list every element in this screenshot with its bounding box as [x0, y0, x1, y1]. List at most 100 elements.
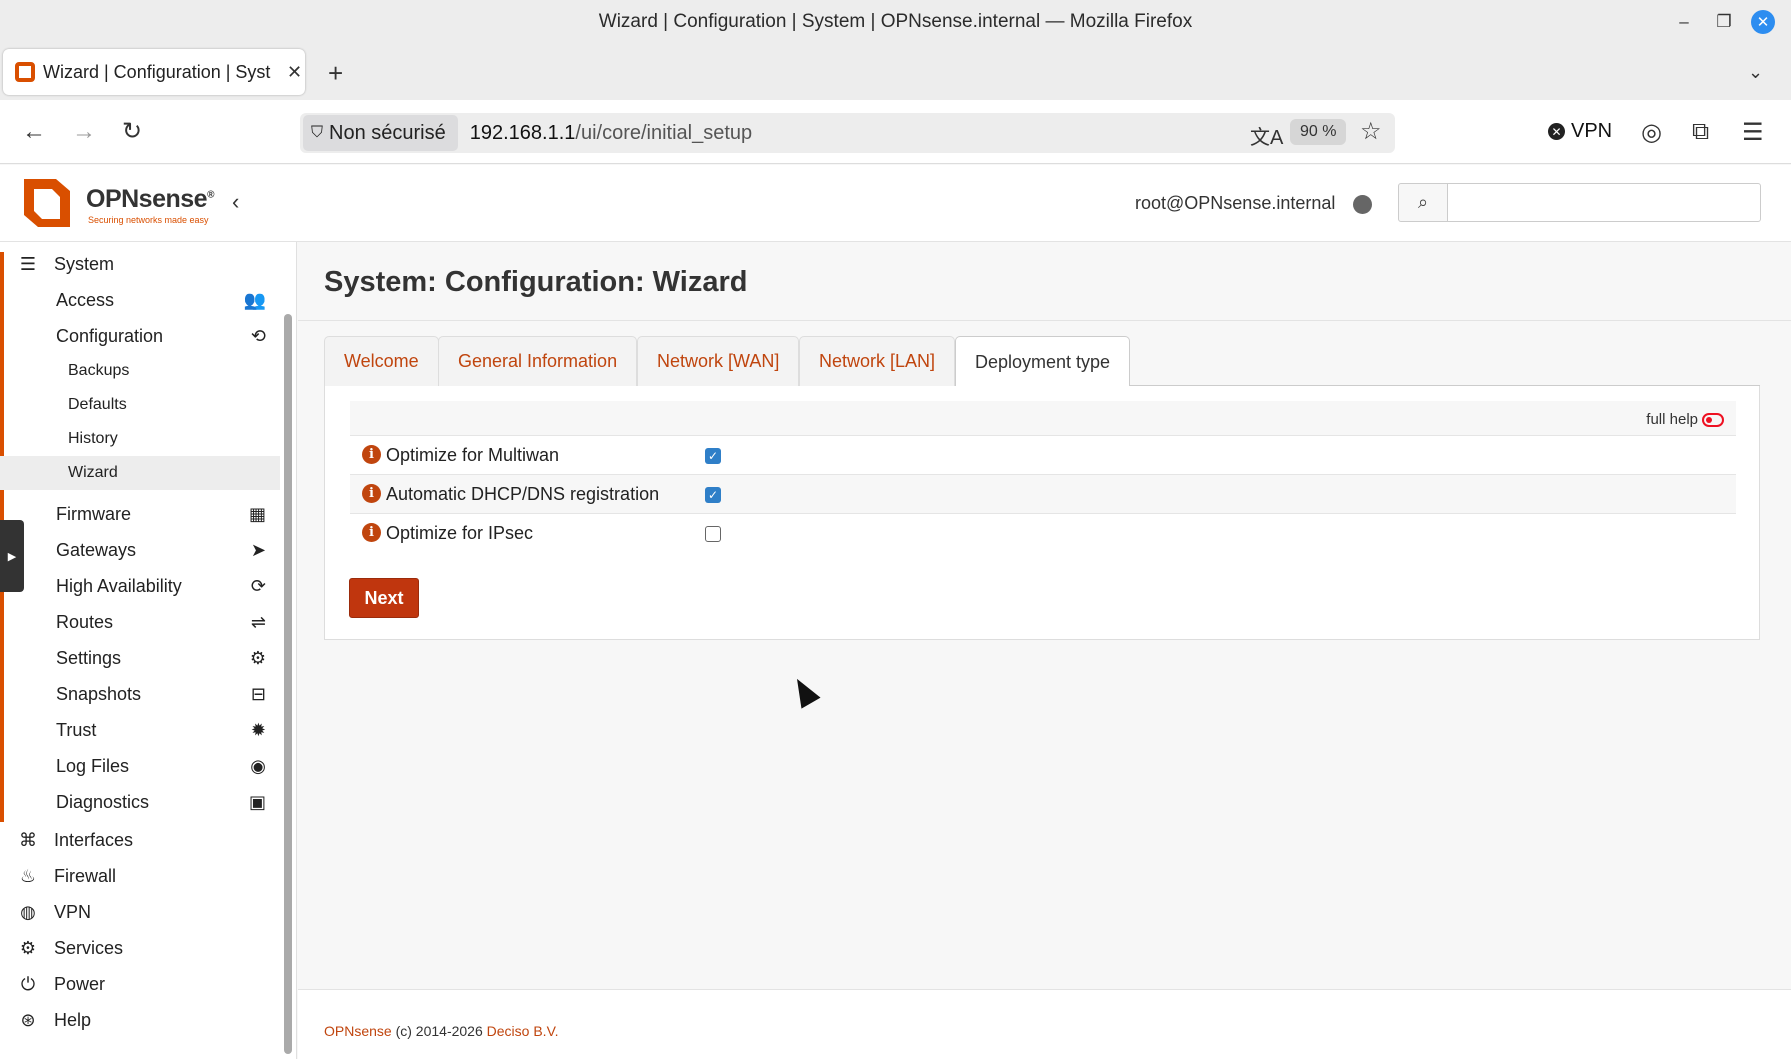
url-bar[interactable]: ⛉ Non sécurisé 192.168.1.1/ui/core/initi… — [300, 113, 1395, 153]
back-button[interactable]: ← — [22, 118, 46, 146]
tab-network-wan[interactable]: Network [WAN] — [637, 336, 800, 386]
vpn-button[interactable]: ✕ VPN — [1548, 120, 1612, 143]
deciso-link[interactable]: Deciso B.V. — [487, 1023, 559, 1039]
reload-button[interactable]: ↻ — [122, 118, 142, 146]
zoom-level-button[interactable]: 90 % — [1290, 119, 1347, 145]
sidebar-item-high-availability[interactable]: High Availability ⟳ — [0, 568, 280, 604]
opnsense-page: OPNsense® Securing networks made easy ‹ … — [0, 165, 1791, 1059]
option-label: Optimize for Multiwan — [386, 445, 560, 465]
tab-general-information[interactable]: General Information — [438, 336, 638, 386]
dhcp-dns-registration-checkbox[interactable]: ✓ — [705, 487, 721, 503]
security-label: Non sécurisé — [329, 121, 446, 144]
minimize-button[interactable]: – — [1672, 10, 1696, 34]
sidebar-item-interfaces[interactable]: ⌘ Interfaces — [0, 822, 280, 858]
sidebar-item-defaults[interactable]: Defaults — [0, 388, 280, 422]
next-button[interactable]: Next — [349, 578, 419, 618]
window-titlebar: Wizard | Configuration | System | OPNsen… — [0, 0, 1791, 44]
sidebar-item-label: Firewall — [54, 865, 117, 886]
sidebar-item-trust[interactable]: Trust ✹ — [0, 712, 280, 748]
menu-icon[interactable]: ☰ — [1742, 118, 1764, 147]
translate-icon[interactable]: 文A — [1250, 121, 1283, 150]
tab-deployment-type[interactable]: Deployment type — [955, 336, 1131, 387]
url-path: /ui/core/initial_setup — [575, 121, 753, 144]
option-row-ipsec: i Optimize for IPsec — [350, 514, 1736, 553]
cog-icon: ⚙ — [19, 937, 37, 958]
star-icon[interactable]: ☆ — [1360, 117, 1382, 146]
tab-list-chevron-icon[interactable]: ⌄ — [1748, 62, 1763, 83]
collapse-sidebar-chevron-icon[interactable]: ‹ — [232, 189, 239, 215]
account-icon[interactable]: ◎ — [1641, 118, 1662, 147]
sidebar-item-label: History — [68, 430, 118, 447]
new-tab-button[interactable]: + — [328, 60, 343, 86]
page-title: System: Configuration: Wizard — [324, 266, 748, 298]
opnsense-logo-icon[interactable] — [16, 173, 78, 233]
forward-button[interactable]: → — [72, 118, 96, 146]
hdd-icon: ⊟ — [250, 683, 266, 704]
sidebar-item-label: Interfaces — [54, 829, 134, 850]
site-security-button[interactable]: ⛉ Non sécurisé — [303, 115, 458, 151]
sidebar-item-label: Help — [54, 1009, 92, 1030]
sidebar-item-firewall[interactable]: ♨ Firewall — [0, 858, 280, 894]
sidebar-item-gateways[interactable]: Gateways ➤ — [0, 532, 280, 568]
opnsense-header: OPNsense® Securing networks made easy ‹ … — [0, 165, 1791, 242]
plug-icon: ⏻ — [20, 973, 36, 994]
users-icon: 👥 — [243, 289, 266, 310]
sidebar-item-firmware[interactable]: Firmware ▦ — [0, 496, 280, 532]
search-input[interactable] — [1447, 183, 1761, 222]
maximize-button[interactable]: ❐ — [1712, 10, 1736, 34]
sidebar-item-settings[interactable]: Settings ⚙ — [0, 640, 280, 676]
info-icon[interactable]: i — [362, 523, 381, 542]
sidebar-item-label: Defaults — [68, 396, 127, 413]
sidebar-scrollbar[interactable] — [284, 314, 292, 1054]
url-host: 192.168.1.1 — [469, 121, 576, 144]
sidebar-item-power[interactable]: ⏻ Power — [0, 966, 280, 1002]
close-tab-icon[interactable]: ✕ — [287, 62, 302, 83]
system-status-icon[interactable] — [1353, 195, 1372, 214]
sidebar-item-label: Wizard — [68, 464, 118, 481]
url-text[interactable]: 192.168.1.1/ui/core/initial_setup — [470, 122, 752, 145]
extensions-icon[interactable]: ⧉ — [1692, 118, 1709, 146]
option-label: Automatic DHCP/DNS registration — [386, 484, 660, 504]
sidebar-item-vpn[interactable]: ◍ VPN — [0, 894, 280, 930]
help-row: full help — [350, 401, 1736, 436]
sidebar: ☰ System Access 👥 Configuration ⟲ Backup… — [0, 242, 297, 1059]
browser-tabstrip: Wizard | Configuration | Syst ✕ + ⌄ — [0, 44, 1791, 100]
sidebar-item-diagnostics[interactable]: Diagnostics ▣ — [0, 784, 280, 820]
sidebar-item-help[interactable]: ⊛ Help — [0, 1002, 280, 1038]
life-ring-icon: ⊛ — [20, 1009, 36, 1030]
browser-tab[interactable]: Wizard | Configuration | Syst ✕ — [3, 49, 305, 95]
certificate-icon: ✹ — [250, 719, 266, 740]
logged-in-user[interactable]: root@OPNsense.internal — [1135, 193, 1335, 214]
opnsense-link[interactable]: OPNsense — [324, 1023, 392, 1039]
info-icon[interactable]: i — [362, 484, 381, 503]
sidebar-item-routes[interactable]: Routes ⇌ — [0, 604, 280, 640]
sidebar-item-log-files[interactable]: Log Files ◉ — [0, 748, 280, 784]
ipsec-checkbox[interactable] — [705, 526, 721, 542]
tab-network-lan[interactable]: Network [LAN] — [799, 336, 956, 386]
wizard-tabs: Welcome General Information Network [WAN… — [324, 336, 1760, 387]
sidebar-item-label: Backups — [68, 362, 130, 379]
multiwan-checkbox[interactable]: ✓ — [705, 448, 721, 464]
brand-name: OPNsense® — [86, 185, 214, 213]
sidebar-item-services[interactable]: ⚙ Services — [0, 930, 280, 966]
sidebar-toggle-button[interactable]: ▶ — [0, 520, 24, 592]
sidebar-item-history[interactable]: History — [0, 422, 280, 456]
sidebar-item-snapshots[interactable]: Snapshots ⊟ — [0, 676, 280, 712]
sidebar-item-access[interactable]: Access 👥 — [0, 282, 280, 318]
signpost-icon: ⇌ — [250, 611, 266, 632]
info-icon[interactable]: i — [362, 445, 381, 464]
sidebar-item-configuration[interactable]: Configuration ⟲ — [0, 318, 280, 354]
sidebar-item-backups[interactable]: Backups — [0, 354, 280, 388]
full-help-toggle[interactable]: full help — [1646, 411, 1724, 428]
tab-welcome[interactable]: Welcome — [324, 336, 439, 386]
sitemap-icon: ⌘ — [19, 829, 37, 850]
search-button[interactable]: ⌕ — [1398, 183, 1448, 222]
cogs-icon: ⚙ — [249, 647, 266, 668]
footer-text: OPNsense (c) 2014-2026 Deciso B.V. — [324, 1023, 559, 1039]
close-window-button[interactable]: ✕ — [1751, 10, 1775, 34]
shield-warning-icon: ⛉ — [311, 124, 324, 141]
vpn-label: VPN — [1571, 120, 1613, 142]
sidebar-item-system[interactable]: ☰ System — [0, 246, 280, 282]
search-icon: ⌕ — [1417, 192, 1429, 212]
sidebar-item-wizard[interactable]: Wizard — [0, 456, 280, 490]
